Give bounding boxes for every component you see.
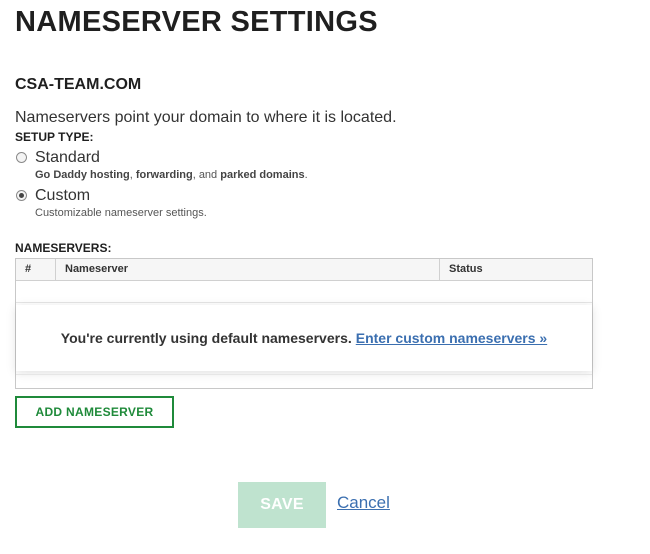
nameservers-table: # Nameserver Status You're currently usi… xyxy=(15,258,593,389)
setup-type-label: SETUP TYPE: xyxy=(15,130,94,144)
table-body: You're currently using default nameserve… xyxy=(16,281,592,389)
custom-label[interactable]: Custom xyxy=(35,188,207,204)
custom-radio[interactable] xyxy=(16,190,27,201)
row-divider xyxy=(16,302,592,303)
intro-text: Nameservers point your domain to where i… xyxy=(15,109,397,126)
standard-radio[interactable] xyxy=(16,152,27,163)
column-header-number: # xyxy=(16,259,56,280)
cancel-link[interactable]: Cancel xyxy=(337,493,390,513)
row-divider xyxy=(16,374,592,375)
standard-description: Go Daddy hosting, forwarding, and parked… xyxy=(35,169,308,181)
notice-text: You're currently using default nameserve… xyxy=(60,330,352,346)
table-header: # Nameserver Status xyxy=(16,259,592,281)
domain-name: CSA-TEAM.COM xyxy=(15,76,142,93)
column-header-status: Status xyxy=(449,263,483,275)
save-button[interactable]: SAVE xyxy=(238,482,326,528)
setup-option-standard[interactable]: Standard Go Daddy hosting, forwarding, a… xyxy=(16,150,308,181)
standard-label[interactable]: Standard xyxy=(35,150,308,166)
setup-option-custom[interactable]: Custom Customizable nameserver settings. xyxy=(16,188,207,219)
add-nameserver-button[interactable]: ADD NAMESERVER xyxy=(15,396,174,428)
custom-description: Customizable nameserver settings. xyxy=(35,207,207,219)
page-title: NAMESERVER SETTINGS xyxy=(15,6,378,38)
column-header-nameserver: Nameserver xyxy=(56,259,440,280)
default-nameservers-notice: You're currently using default nameserve… xyxy=(16,305,592,371)
enter-custom-nameservers-link[interactable]: Enter custom nameservers » xyxy=(356,330,547,346)
nameservers-label: NAMESERVERS: xyxy=(15,241,112,255)
